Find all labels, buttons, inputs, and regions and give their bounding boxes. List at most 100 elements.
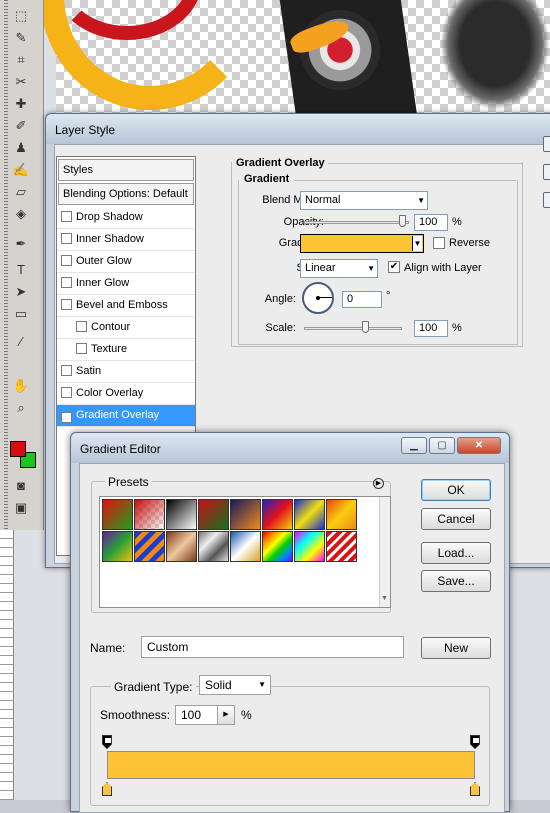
preset-swatch[interactable]: [262, 499, 293, 530]
scale-slider[interactable]: [304, 327, 402, 330]
close-button[interactable]: ✕: [457, 437, 501, 454]
styles-header[interactable]: Styles: [58, 159, 194, 181]
crop-icon[interactable]: ⌗: [12, 52, 30, 68]
bevel-emboss-checkbox[interactable]: [61, 299, 72, 310]
preset-swatch[interactable]: [102, 531, 133, 562]
style-item-contour[interactable]: Contour: [57, 317, 195, 339]
ok-button[interactable]: OK: [421, 479, 491, 501]
color-overlay-checkbox[interactable]: [61, 387, 72, 398]
eyedropper-icon[interactable]: ⁄: [12, 334, 30, 350]
eraser-icon[interactable]: ▱: [12, 184, 30, 200]
scroll-down-icon[interactable]: ▼: [381, 595, 388, 602]
preset-swatch[interactable]: [230, 499, 261, 530]
gradient-bar[interactable]: [107, 751, 475, 779]
preset-swatch[interactable]: [166, 531, 197, 562]
outer-glow-checkbox[interactable]: [61, 255, 72, 266]
chevron-down-icon: ▼: [367, 264, 375, 273]
marquee-icon[interactable]: ⬚: [12, 8, 30, 24]
presets-scrollbar[interactable]: ▼: [379, 497, 390, 607]
satin-checkbox[interactable]: [61, 365, 72, 376]
palette-grip[interactable]: [4, 0, 8, 530]
gradient-picker-arrow-icon[interactable]: ▼: [412, 236, 422, 251]
style-item-color-overlay[interactable]: Color Overlay: [57, 383, 195, 405]
load-button[interactable]: Load...: [421, 542, 491, 564]
style-item-inner-glow[interactable]: Inner Glow: [57, 273, 195, 295]
shape-icon[interactable]: ▭: [12, 306, 30, 322]
preset-swatch[interactable]: [166, 499, 197, 530]
zoom-icon[interactable]: ⌕: [12, 400, 30, 416]
style-select[interactable]: Linear ▼: [300, 259, 378, 278]
preset-swatch[interactable]: [198, 499, 229, 530]
gradient-editor-dialog: Gradient Editor ▁ ▢ ✕ Presets ▶ ▼ OK Can…: [70, 432, 510, 813]
maximize-button[interactable]: ▢: [429, 437, 455, 454]
artwork-guitarist: [440, 0, 550, 110]
preset-swatch[interactable]: [326, 499, 357, 530]
gradient-type-label: Gradient Type:: [111, 680, 196, 694]
style-item-texture[interactable]: Texture: [57, 339, 195, 361]
texture-checkbox[interactable]: [76, 343, 87, 354]
stamp-icon[interactable]: ♟: [12, 140, 30, 156]
preset-swatch[interactable]: [294, 531, 325, 562]
history-brush-icon[interactable]: ✍: [12, 162, 30, 178]
reverse-checkbox[interactable]: [433, 237, 445, 249]
opacity-slider[interactable]: [304, 221, 409, 224]
align-with-layer-checkbox[interactable]: ✔: [388, 261, 400, 273]
gradient-type-select[interactable]: Solid ▼: [199, 675, 271, 695]
preset-swatch[interactable]: [262, 531, 293, 562]
new-button[interactable]: New: [421, 637, 491, 659]
style-item-inner-shadow[interactable]: Inner Shadow: [57, 229, 195, 251]
smoothness-flyout-icon[interactable]: ▶: [217, 705, 235, 725]
opacity-slider-thumb[interactable]: [399, 215, 406, 227]
scale-slider-thumb[interactable]: [362, 321, 369, 333]
style-item-outer-glow[interactable]: Outer Glow: [57, 251, 195, 273]
cancel-button-edge[interactable]: [543, 164, 550, 180]
gradient-editor-titlebar[interactable]: Gradient Editor ▁ ▢ ✕: [71, 433, 509, 463]
brush-icon[interactable]: ✐: [12, 118, 30, 134]
angle-field[interactable]: 0: [342, 291, 382, 308]
quick-mask-icon[interactable]: ◙: [12, 478, 30, 494]
style-item-gradient-overlay[interactable]: ✔ Gradient Overlay: [57, 405, 195, 427]
drop-shadow-checkbox[interactable]: [61, 211, 72, 222]
fill-icon[interactable]: ◈: [12, 206, 30, 222]
blending-options-item[interactable]: Blending Options: Default: [58, 183, 194, 205]
dialog-title: Gradient Editor: [80, 442, 161, 456]
opacity-field[interactable]: 100: [414, 214, 448, 231]
inner-glow-checkbox[interactable]: [61, 277, 72, 288]
screen-mode-icon[interactable]: ▣: [12, 500, 30, 516]
blend-mode-select[interactable]: Normal ▼: [300, 191, 428, 210]
foreground-color-swatch[interactable]: [10, 441, 26, 457]
preset-swatch[interactable]: [134, 499, 165, 530]
contour-checkbox[interactable]: [76, 321, 87, 332]
preset-swatch[interactable]: [198, 531, 229, 562]
hand-icon[interactable]: ✋: [12, 378, 30, 394]
save-button[interactable]: Save...: [421, 570, 491, 592]
gradient-name-input[interactable]: Custom: [141, 636, 404, 658]
preset-swatch[interactable]: [326, 531, 357, 562]
inner-shadow-checkbox[interactable]: [61, 233, 72, 244]
pen-icon[interactable]: ✒: [12, 236, 30, 252]
slice-icon[interactable]: ✂: [12, 74, 30, 90]
style-item-bevel-emboss[interactable]: Bevel and Emboss: [57, 295, 195, 317]
style-item-drop-shadow[interactable]: Drop Shadow: [57, 207, 195, 229]
ok-button-edge[interactable]: [543, 136, 550, 152]
gradient-overlay-checkbox[interactable]: ✔: [61, 412, 72, 423]
preset-swatch[interactable]: [294, 499, 325, 530]
path-select-icon[interactable]: ➤: [12, 284, 30, 300]
layer-style-titlebar[interactable]: Layer Style: [46, 114, 550, 144]
gradient-preview[interactable]: [300, 234, 424, 253]
cancel-button[interactable]: Cancel: [421, 508, 491, 530]
healing-icon[interactable]: ✚: [12, 96, 30, 112]
lasso-icon[interactable]: ✎: [12, 30, 30, 46]
scale-field[interactable]: 100: [414, 320, 448, 337]
type-icon[interactable]: T: [12, 262, 30, 278]
style-item-satin[interactable]: Satin: [57, 361, 195, 383]
preset-swatch[interactable]: [134, 531, 165, 562]
smoothness-input[interactable]: 100: [175, 705, 223, 725]
new-style-button-edge[interactable]: [543, 192, 550, 208]
presets-menu-icon[interactable]: ▶: [373, 478, 384, 489]
vertical-ruler: [0, 530, 14, 800]
preset-swatch[interactable]: [230, 531, 261, 562]
preset-swatch[interactable]: [102, 499, 133, 530]
angle-label: Angle:: [264, 293, 296, 305]
minimize-button[interactable]: ▁: [401, 437, 427, 454]
